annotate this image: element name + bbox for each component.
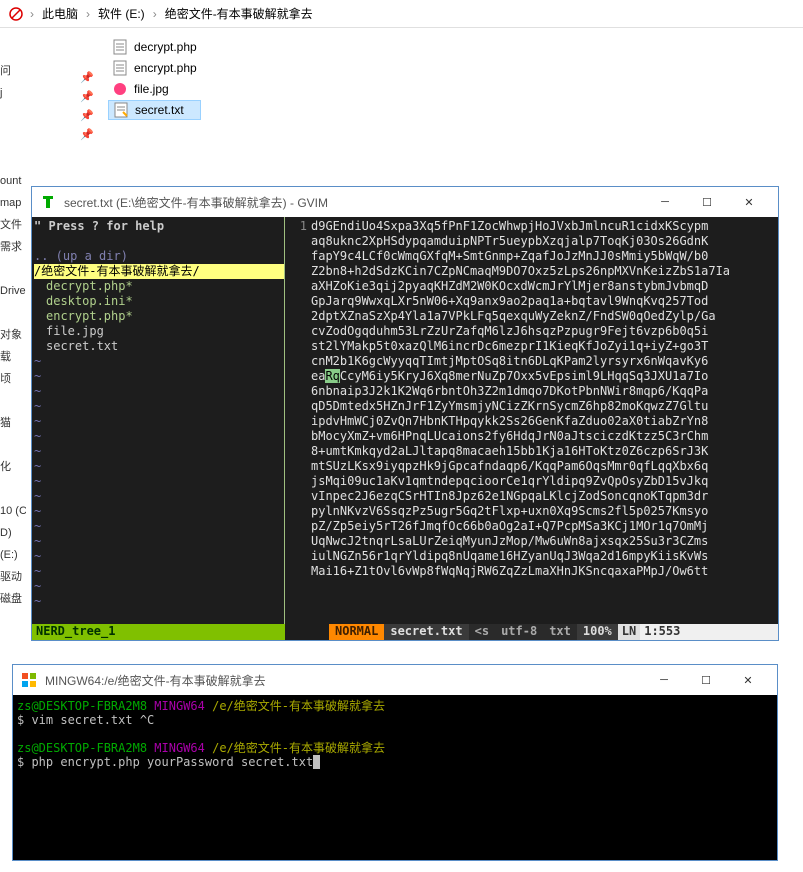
gvim-title: secret.txt (E:\绝密文件-有本事破解就拿去) - GVIM	[64, 194, 636, 211]
status-filetype: txt	[543, 624, 577, 640]
file-list: decrypt.php encrypt.php file.jpg secret.txt	[108, 28, 201, 180]
file-name: decrypt.php	[134, 40, 197, 54]
explorer-window: › 此电脑 › 软件 (E:) › 绝密文件-有本事破解就拿去 📌 📌 📌 📌 …	[0, 0, 803, 180]
close-button[interactable]: ✕	[727, 666, 769, 694]
nerdtree-help: " Press ? for help	[34, 219, 284, 234]
status-file: secret.txt	[384, 624, 468, 640]
status-percent: 100%	[577, 624, 618, 640]
file-name: file.jpg	[134, 82, 169, 96]
status-seg: <s	[469, 624, 495, 640]
image-icon	[112, 81, 128, 97]
php-icon	[112, 39, 128, 55]
status-encoding: utf-8	[495, 624, 543, 640]
pin-icon: 📌	[68, 125, 108, 144]
status-nerdtree: NERD_tree_1	[32, 624, 285, 640]
minimize-button[interactable]: ─	[643, 666, 685, 694]
nerdtree-panel[interactable]: " Press ? for help .. (up a dir) /绝密文件-有…	[32, 217, 284, 624]
left-panel-fragments: 问j ountmap文件需求 Drive 对象载顷 猫 化 10 (CD) (E…	[0, 60, 26, 610]
text-icon	[113, 102, 129, 118]
gvim-window: secret.txt (E:\绝密文件-有本事破解就拿去) - GVIM ─ ☐…	[31, 186, 779, 641]
minimize-button[interactable]: ─	[644, 188, 686, 216]
nerdtree-file[interactable]: file.jpg	[34, 324, 284, 339]
breadcrumb-root[interactable]: 此电脑	[40, 5, 80, 22]
status-mode: NORMAL	[329, 624, 384, 640]
terminal-body[interactable]: zs@DESKTOP-FBRA2M8 MINGW64 /e/绝密文件-有本事破解…	[13, 695, 777, 860]
file-item[interactable]: file.jpg	[108, 79, 201, 99]
pin-icon: 📌	[68, 87, 108, 106]
close-button[interactable]: ✕	[728, 188, 770, 216]
status-ln-label: LN	[618, 624, 640, 640]
nerdtree-file[interactable]: encrypt.php*	[34, 309, 284, 324]
nerdtree-file[interactable]: decrypt.php*	[34, 279, 284, 294]
line-number-col: 1	[285, 217, 311, 624]
file-name: secret.txt	[135, 103, 184, 117]
gvim-icon	[40, 194, 56, 210]
nerdtree-dir[interactable]: /绝密文件-有本事破解就拿去/	[34, 264, 284, 279]
pin-column: 📌 📌 📌 📌	[68, 28, 108, 180]
file-content[interactable]: d9GEndiUo4Sxpa3Xq5fPnF1ZocWhwpjHoJVxbJml…	[311, 217, 778, 624]
mingw-title: MINGW64:/e/绝密文件-有本事破解就拿去	[45, 672, 635, 689]
php-icon	[112, 60, 128, 76]
file-item[interactable]: decrypt.php	[108, 37, 201, 57]
breadcrumb-folder[interactable]: 绝密文件-有本事破解就拿去	[163, 5, 315, 22]
nerdtree-updir[interactable]: .. (up a dir)	[34, 249, 284, 264]
mingw-window: MINGW64:/e/绝密文件-有本事破解就拿去 ─ ☐ ✕ zs@DESKTO…	[12, 664, 778, 861]
nerdtree-file[interactable]: desktop.ini*	[34, 294, 284, 309]
maximize-button[interactable]: ☐	[685, 666, 727, 694]
nerdtree-file[interactable]: secret.txt	[34, 339, 284, 354]
mingw-icon	[21, 672, 37, 688]
file-name: encrypt.php	[134, 61, 197, 75]
breadcrumb[interactable]: › 此电脑 › 软件 (E:) › 绝密文件-有本事破解就拿去	[0, 0, 803, 28]
pin-icon: 📌	[68, 68, 108, 87]
gvim-titlebar[interactable]: secret.txt (E:\绝密文件-有本事破解就拿去) - GVIM ─ ☐…	[32, 187, 778, 217]
file-item[interactable]: encrypt.php	[108, 58, 201, 78]
pin-icon: 📌	[68, 106, 108, 125]
mingw-titlebar[interactable]: MINGW64:/e/绝密文件-有本事破解就拿去 ─ ☐ ✕	[13, 665, 777, 695]
breadcrumb-drive[interactable]: 软件 (E:)	[96, 5, 147, 22]
breadcrumb-sep: ›	[28, 7, 36, 21]
maximize-button[interactable]: ☐	[686, 188, 728, 216]
file-item[interactable]: secret.txt	[108, 100, 201, 120]
no-entry-icon	[8, 6, 24, 22]
statusline: NERD_tree_1 NORMAL secret.txt <s utf-8 t…	[32, 624, 778, 640]
status-position: 1:553	[640, 624, 778, 640]
